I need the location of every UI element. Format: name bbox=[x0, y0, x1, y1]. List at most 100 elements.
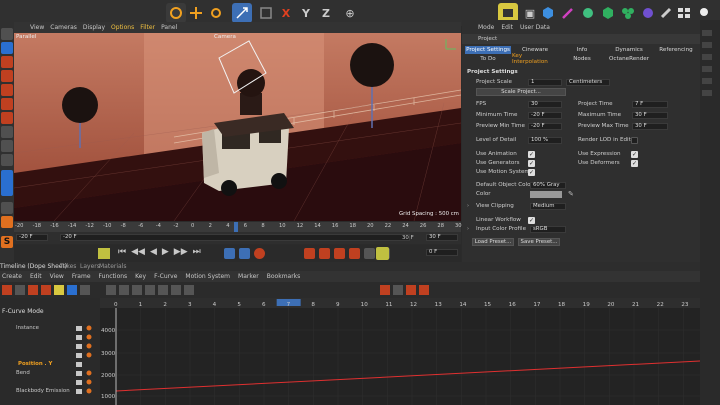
attr-menu-edit[interactable]: Edit bbox=[501, 24, 513, 31]
key-tool-icon[interactable] bbox=[106, 285, 116, 295]
viewport[interactable]: Parallel Camera Grid Spacing : 500 cm bbox=[14, 33, 461, 221]
use-motion-checkbox[interactable]: ✓ bbox=[528, 169, 535, 176]
dope-menu-fcurve[interactable]: F-Curve bbox=[154, 273, 177, 280]
tweak-icon[interactable] bbox=[1, 140, 13, 152]
axis-z-icon[interactable]: Z bbox=[316, 3, 336, 23]
dope-menu-marker[interactable]: Marker bbox=[238, 273, 259, 280]
magnet-icon[interactable] bbox=[1, 216, 13, 228]
expand-arrow-icon[interactable]: › bbox=[467, 203, 469, 209]
curve-tool-icon[interactable] bbox=[393, 285, 403, 295]
menu-view[interactable]: View bbox=[30, 24, 44, 31]
dope-menu-bookmarks[interactable]: Bookmarks bbox=[267, 273, 301, 280]
record-icon[interactable] bbox=[239, 248, 250, 259]
end-frame-field[interactable]: 30 F bbox=[426, 234, 458, 241]
position-y-curve[interactable] bbox=[115, 360, 700, 392]
key-tool-icon[interactable] bbox=[184, 285, 194, 295]
menu-cameras[interactable]: Cameras bbox=[50, 24, 77, 31]
project-scale-field[interactable]: 1 bbox=[528, 79, 562, 86]
dope-menu-key[interactable]: Key bbox=[135, 273, 146, 280]
move-icon[interactable] bbox=[186, 3, 206, 23]
tab-dynamics[interactable]: Dynamics bbox=[606, 46, 652, 54]
eyedropper-icon[interactable]: ✎ bbox=[568, 190, 574, 198]
use-generators-checkbox[interactable]: ✓ bbox=[528, 160, 535, 167]
project-time-field[interactable]: 7 F bbox=[632, 101, 668, 108]
edges-mode-icon[interactable] bbox=[1, 84, 13, 96]
dope-menu-functions[interactable]: Functions bbox=[99, 273, 128, 280]
tab-nodes[interactable]: Nodes bbox=[559, 55, 605, 63]
dope-tool-icon[interactable] bbox=[54, 285, 64, 295]
attr-menu-userdata[interactable]: User Data bbox=[520, 24, 550, 31]
dope-title[interactable]: Timeline (Dope Sheet) bbox=[0, 263, 67, 270]
tab-layers[interactable]: Layers bbox=[80, 263, 100, 270]
dope-tool-icon[interactable] bbox=[41, 285, 51, 295]
object-row[interactable] bbox=[702, 90, 712, 96]
linear-workflow-checkbox[interactable]: ✓ bbox=[528, 217, 535, 224]
polygons-mode-icon[interactable] bbox=[1, 98, 13, 110]
key-tool-icon[interactable] bbox=[132, 285, 142, 295]
key-param-icon[interactable] bbox=[349, 248, 360, 259]
next-frame-icon[interactable]: ▶▶ bbox=[174, 247, 188, 257]
dope-menu-create[interactable]: Create bbox=[2, 273, 22, 280]
curve-tool-icon[interactable] bbox=[380, 285, 390, 295]
key-rotate-icon[interactable] bbox=[319, 248, 330, 259]
object-row[interactable] bbox=[702, 78, 712, 84]
range-slider-start[interactable]: -20 F bbox=[60, 234, 410, 241]
dope-menu-motion[interactable]: Motion System bbox=[185, 273, 230, 280]
curve-tool-icon[interactable] bbox=[419, 285, 429, 295]
min-time-field[interactable]: -20 F bbox=[528, 112, 562, 119]
use-expression-checkbox[interactable]: ✓ bbox=[631, 151, 638, 158]
lod-field[interactable]: 100 % bbox=[528, 137, 562, 144]
lock-workplane-icon[interactable] bbox=[1, 170, 13, 196]
view-clipping-select[interactable]: Medium bbox=[530, 203, 566, 210]
scale-icon[interactable] bbox=[232, 3, 252, 23]
loop-icon[interactable] bbox=[224, 248, 235, 259]
tab-key-interpolation[interactable]: Key Interpolation bbox=[512, 53, 558, 65]
object-row[interactable] bbox=[702, 54, 712, 60]
menu-display[interactable]: Display bbox=[83, 24, 105, 31]
grid-icon[interactable] bbox=[1, 202, 13, 214]
axis-x-icon[interactable]: X bbox=[276, 3, 296, 23]
project-scale-unit-select[interactable]: Centimeters bbox=[566, 79, 610, 86]
key-move-icon[interactable] bbox=[304, 248, 315, 259]
save-preset-button[interactable]: Save Preset... bbox=[518, 238, 560, 246]
tab-takes[interactable]: Takes bbox=[60, 263, 76, 270]
prev-frame-icon[interactable]: ◀ bbox=[150, 247, 157, 257]
schematic-icon[interactable] bbox=[376, 247, 389, 260]
dope-menu-frame[interactable]: Frame bbox=[72, 273, 91, 280]
object-mode-icon[interactable] bbox=[1, 112, 13, 124]
preview-min-field[interactable]: -20 F bbox=[528, 123, 562, 130]
workplane-icon[interactable] bbox=[1, 56, 13, 68]
dope-tool-icon[interactable] bbox=[80, 285, 90, 295]
fcurve-graph[interactable]: 0123456789101112131415161718192021222324… bbox=[100, 298, 700, 405]
curve-tool-icon[interactable] bbox=[406, 285, 416, 295]
key-tool-icon[interactable] bbox=[158, 285, 168, 295]
tab-project-settings[interactable]: Project Settings bbox=[465, 46, 511, 54]
object-row[interactable] bbox=[702, 42, 712, 48]
object-row[interactable] bbox=[702, 66, 712, 72]
dope-tool-icon[interactable] bbox=[28, 285, 38, 295]
autokey-icon[interactable] bbox=[254, 248, 265, 259]
go-end-icon[interactable]: ⏭ bbox=[193, 247, 201, 257]
start-frame-field[interactable]: -20 F bbox=[16, 234, 48, 241]
render-lod-checkbox[interactable] bbox=[631, 137, 638, 144]
record-mode-icon[interactable] bbox=[98, 248, 110, 259]
dope-tool-icon[interactable] bbox=[15, 285, 25, 295]
timeline-ruler[interactable]: -20 -18 -16 -14 -12 -10 -8 -6 -4 -2 0 2 4 6 8 10 12 14 16 1… bbox=[14, 222, 462, 232]
undo-icon[interactable] bbox=[166, 3, 186, 23]
go-start-icon[interactable]: ⏮ bbox=[118, 247, 126, 257]
tab-todo[interactable]: To Do bbox=[465, 55, 511, 63]
dope-menu-view[interactable]: View bbox=[50, 273, 64, 280]
dope-tool-icon[interactable] bbox=[2, 285, 12, 295]
play-icon[interactable]: ▶ bbox=[162, 247, 169, 257]
use-animation-checkbox[interactable]: ✓ bbox=[528, 151, 535, 158]
tab-info[interactable]: Info bbox=[559, 46, 605, 54]
attr-menu-mode[interactable]: Mode bbox=[478, 24, 494, 31]
key-tool-icon[interactable] bbox=[119, 285, 129, 295]
fps-field[interactable]: 30 bbox=[528, 101, 562, 108]
scale-project-button[interactable]: Scale Project... bbox=[476, 88, 566, 96]
key-tool-icon[interactable] bbox=[145, 285, 155, 295]
menu-filter[interactable]: Filter bbox=[140, 24, 155, 31]
menu-options[interactable]: Options bbox=[111, 24, 134, 31]
rotate-icon[interactable] bbox=[206, 3, 226, 23]
tab-octanerender[interactable]: OctaneRender bbox=[606, 55, 652, 63]
